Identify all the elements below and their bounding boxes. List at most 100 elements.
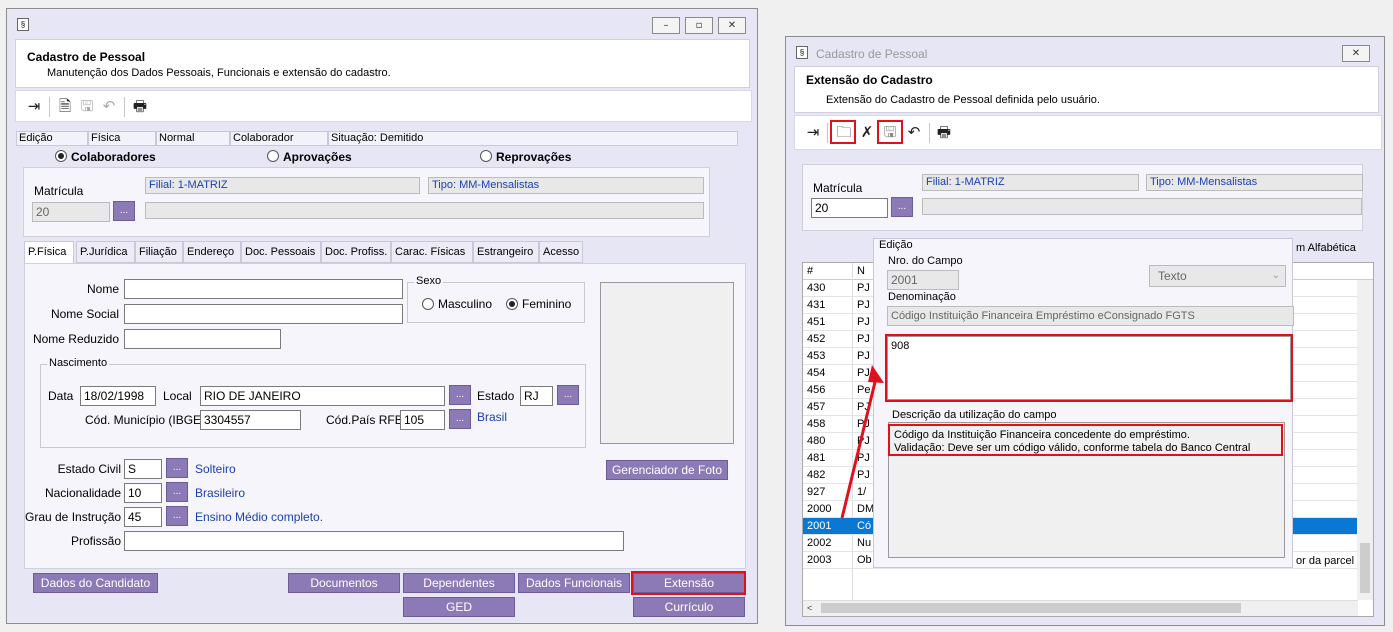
extension-header: Extensão do Cadastro Extensão do Cadastr… <box>794 66 1379 113</box>
table-cell-name: PJ <box>857 469 870 481</box>
grau-label: Grau de Instrução <box>25 510 122 524</box>
extensao-window: § Cadastro de Pessoal ✕ Extensão do Cada… <box>785 36 1385 626</box>
extension-matricula-panel: Matrícula Filial: 1-MATRIZ Tipo: MM-Mens… <box>802 164 1363 231</box>
tipo-select[interactable]: Texto ⌄ <box>1149 265 1286 287</box>
save-icon[interactable]: 🖫 <box>78 97 96 115</box>
profissao-input[interactable] <box>124 531 624 551</box>
close-button[interactable]: ✕ <box>718 17 746 34</box>
print-icon[interactable]: 🖶 <box>131 97 149 115</box>
radio-reprovacoes[interactable] <box>480 150 492 162</box>
matricula-input[interactable]: 20 <box>811 198 888 218</box>
matricula-lookup-button[interactable]: ... <box>113 201 135 221</box>
nacionalidade-label: Nacionalidade <box>44 486 121 500</box>
undo-icon[interactable]: ↶ <box>905 123 923 141</box>
page-header: Cadastro de Pessoal Manutenção dos Dados… <box>15 39 750 88</box>
dependentes-button[interactable]: Dependentes <box>403 573 515 593</box>
estado-lookup-button[interactable]: ... <box>557 385 579 405</box>
matricula-lookup-button[interactable]: ... <box>891 197 913 217</box>
matricula-label: Matrícula <box>813 181 863 195</box>
tab-estrangeiro[interactable]: Estrangeiro <box>473 241 539 263</box>
col-name-header: N <box>857 265 865 277</box>
pais-input[interactable]: 105 <box>400 410 445 430</box>
nome-reduzido-input[interactable] <box>124 329 281 349</box>
exit-icon[interactable]: ⇥ <box>804 123 822 141</box>
nacionalidade-lookup-button[interactable]: ... <box>166 482 188 502</box>
dados-funcionais-button[interactable]: Dados Funcionais <box>518 573 630 593</box>
pais-description: Brasil <box>477 410 508 424</box>
table-cell-name: Có <box>857 520 872 532</box>
app-icon: § <box>17 18 29 31</box>
col-number-header: # <box>807 265 814 277</box>
municipio-input[interactable]: 3304557 <box>200 410 301 430</box>
grau-input[interactable]: 45 <box>124 507 162 527</box>
table-cell-name: PJ <box>857 418 870 430</box>
table-cell-name: PJ <box>857 435 870 447</box>
nome-social-input[interactable] <box>124 304 403 324</box>
vertical-scroll-thumb[interactable] <box>1360 543 1370 593</box>
estado-input[interactable]: RJ <box>520 386 553 406</box>
undo-icon[interactable]: ↶ <box>100 97 118 115</box>
tab-pfisica[interactable]: P.Física <box>24 241 74 264</box>
tab-endereco[interactable]: Endereço <box>183 241 241 263</box>
matricula-input[interactable]: 20 <box>32 202 110 222</box>
table-cell-name: PJ <box>857 452 870 464</box>
local-input[interactable]: RIO DE JANEIRO <box>200 386 445 406</box>
nacionalidade-description: Brasileiro <box>195 486 246 500</box>
matricula-label: Matrícula <box>34 184 84 198</box>
status-normal: Normal <box>156 131 230 146</box>
documentos-button[interactable]: Documentos <box>288 573 400 593</box>
nacionalidade-input[interactable]: 10 <box>124 483 162 503</box>
data-input[interactable]: 18/02/1998 <box>80 386 156 406</box>
tab-doc-profiss[interactable]: Doc. Profiss. <box>321 241 391 263</box>
tab-doc-pessoais[interactable]: Doc. Pessoais <box>241 241 321 263</box>
tab-filiacao[interactable]: Filiação <box>135 241 183 263</box>
tipo-select-value: Texto <box>1158 269 1187 283</box>
delete-icon[interactable]: ✗ <box>858 123 876 141</box>
table-cell-number: 457 <box>807 401 826 413</box>
horizontal-scroll-thumb[interactable] <box>821 603 1241 613</box>
grid-right-header: m Alfabética <box>1296 242 1356 254</box>
nome-input[interactable] <box>124 279 403 299</box>
pais-lookup-button[interactable]: ... <box>449 409 471 429</box>
edit-group-label: Edição <box>879 239 913 251</box>
valor-highlight <box>885 334 1293 402</box>
table-cell-number: 2003 <box>807 554 832 566</box>
ged-button[interactable]: GED <box>403 597 515 617</box>
estado-civil-lookup-button[interactable]: ... <box>166 458 188 478</box>
grid-right-last-row: or da parcel <box>1296 555 1355 567</box>
table-cell-number: 458 <box>807 418 826 430</box>
toolbar-separator <box>827 123 828 143</box>
table-cell-number: 481 <box>807 452 826 464</box>
new-document-icon[interactable]: 🗎 <box>56 97 74 115</box>
exit-icon[interactable]: ⇥ <box>25 97 43 115</box>
table-cell-name: DM <box>857 503 875 515</box>
window-titlebar: § Cadastro de Pessoal ✕ <box>786 37 1384 62</box>
window-titlebar: § – ▫ ✕ <box>7 9 757 37</box>
estado-civil-input[interactable]: S <box>124 459 162 479</box>
tab-carac-fisicas[interactable]: Carac. Físicas <box>391 241 473 263</box>
tab-acesso[interactable]: Acesso <box>539 241 583 263</box>
table-cell-number: 431 <box>807 299 826 311</box>
toolbar-separator <box>929 123 930 143</box>
print-icon[interactable]: 🖶 <box>935 123 953 141</box>
grau-lookup-button[interactable]: ... <box>166 506 188 526</box>
radio-masculino[interactable] <box>422 298 434 310</box>
tab-pjuridica[interactable]: P.Jurídica <box>76 241 135 263</box>
radio-aprovacoes[interactable] <box>267 150 279 162</box>
radio-feminino[interactable] <box>506 298 518 310</box>
curriculo-button[interactable]: Currículo <box>633 597 745 617</box>
close-button[interactable]: ✕ <box>1342 45 1370 62</box>
matricula-panel: Matrícula Filial: 1-MATRIZ Tipo: MM-Mens… <box>23 167 710 237</box>
photo-manager-button[interactable]: Gerenciador de Foto <box>606 460 728 480</box>
minimize-button[interactable]: – <box>652 17 680 34</box>
page-subtitle: Manutenção dos Dados Pessoais, Funcionai… <box>47 67 391 79</box>
extension-title: Extensão do Cadastro <box>806 73 933 87</box>
maximize-button[interactable]: ▫ <box>685 17 713 34</box>
radio-colaboradores[interactable] <box>55 150 67 162</box>
table-cell-number: 430 <box>807 282 826 294</box>
dados-candidato-button[interactable]: Dados do Candidato <box>33 573 158 593</box>
table-cell-name: PJ <box>857 401 870 413</box>
nascimento-group: Nascimento Data 18/02/1998 Local RIO DE … <box>40 357 586 448</box>
estado-label: Estado <box>477 389 515 403</box>
local-lookup-button[interactable]: ... <box>449 385 471 405</box>
